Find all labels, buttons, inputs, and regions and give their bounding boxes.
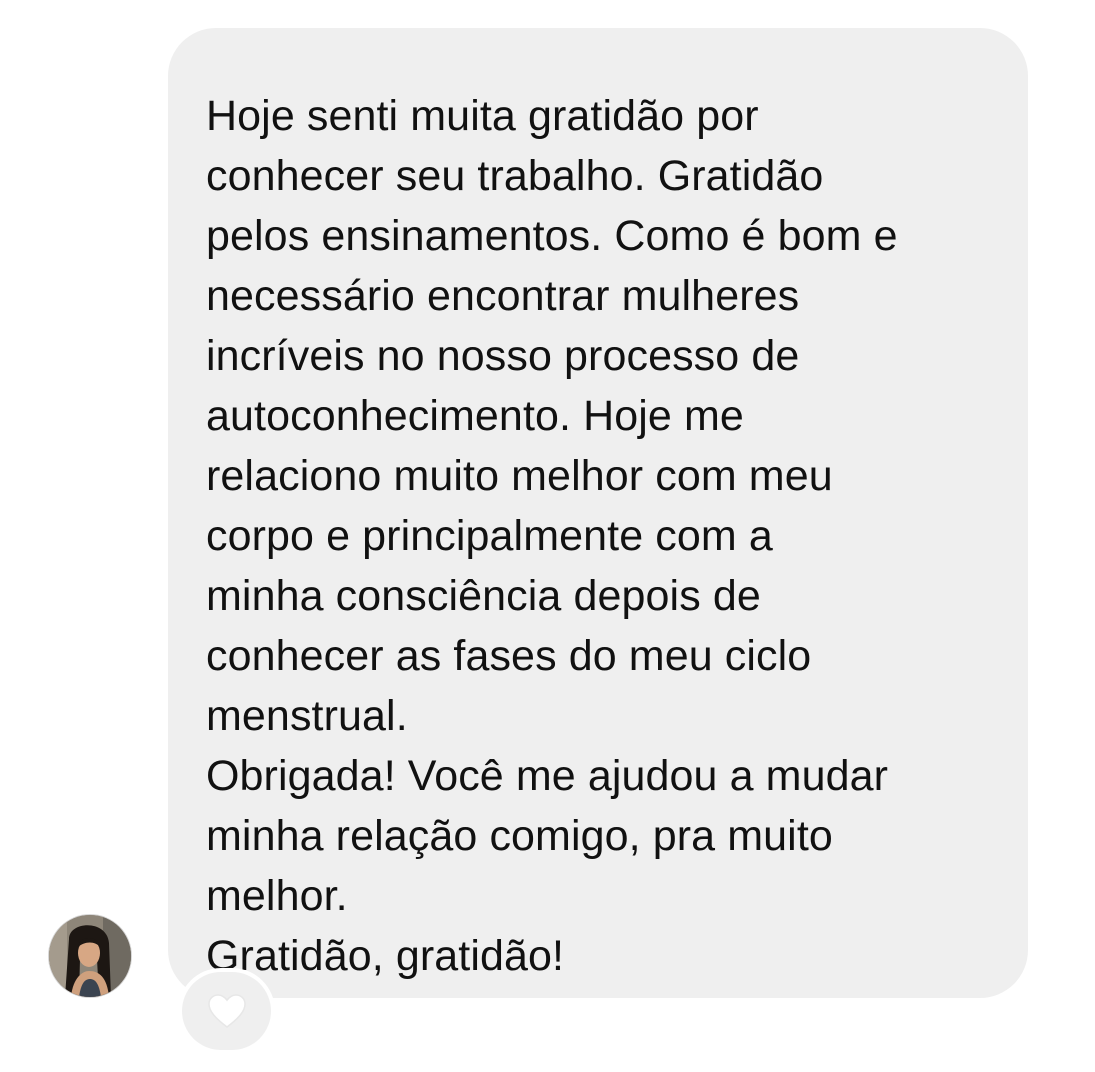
message-line: Hoje senti muita gratidão por (206, 92, 759, 140)
message-bubble[interactable]: Hoje senti muita gratidão por conhecer se… (168, 28, 1028, 998)
message-line: Obrigada! Você me ajudou a mudar (206, 752, 889, 800)
heart-icon (207, 994, 246, 1028)
message-line: corpo e principalmente com a (206, 512, 773, 560)
message-text: Hoje senti muita gratidão por conhecer se… (206, 86, 1008, 986)
message-line: conhecer seu trabalho. Gratidão (206, 152, 824, 200)
message-line: menstrual. (206, 692, 408, 740)
message-paragraph: Hoje senti muita gratidão por conhecer se… (206, 86, 1008, 746)
message-row: Hoje senti muita gratidão por conhecer se… (0, 0, 1095, 1072)
message-line: relaciono muito melhor com meu (206, 452, 833, 500)
message-line: minha relação comigo, pra muito (206, 812, 833, 860)
message-line: autoconhecimento. Hoje me (206, 392, 744, 440)
message-paragraph: Obrigada! Você me ajudou a mudar minha re… (206, 746, 1008, 926)
message-line: Gratidão, gratidão! (206, 932, 565, 980)
reaction-badge[interactable] (182, 972, 271, 1050)
message-line: minha consciência depois de (206, 572, 761, 620)
message-line: incríveis no nosso processo de (206, 332, 800, 380)
message-paragraph: Gratidão, gratidão! (206, 926, 1008, 986)
message-line: necessário encontrar mulheres (206, 272, 800, 320)
avatar[interactable] (49, 915, 131, 997)
message-line: melhor. (206, 872, 348, 920)
message-line: pelos ensinamentos. Como é bom e (206, 212, 898, 260)
message-line: conhecer as fases do meu ciclo (206, 632, 812, 680)
avatar-photo-icon (49, 915, 131, 997)
